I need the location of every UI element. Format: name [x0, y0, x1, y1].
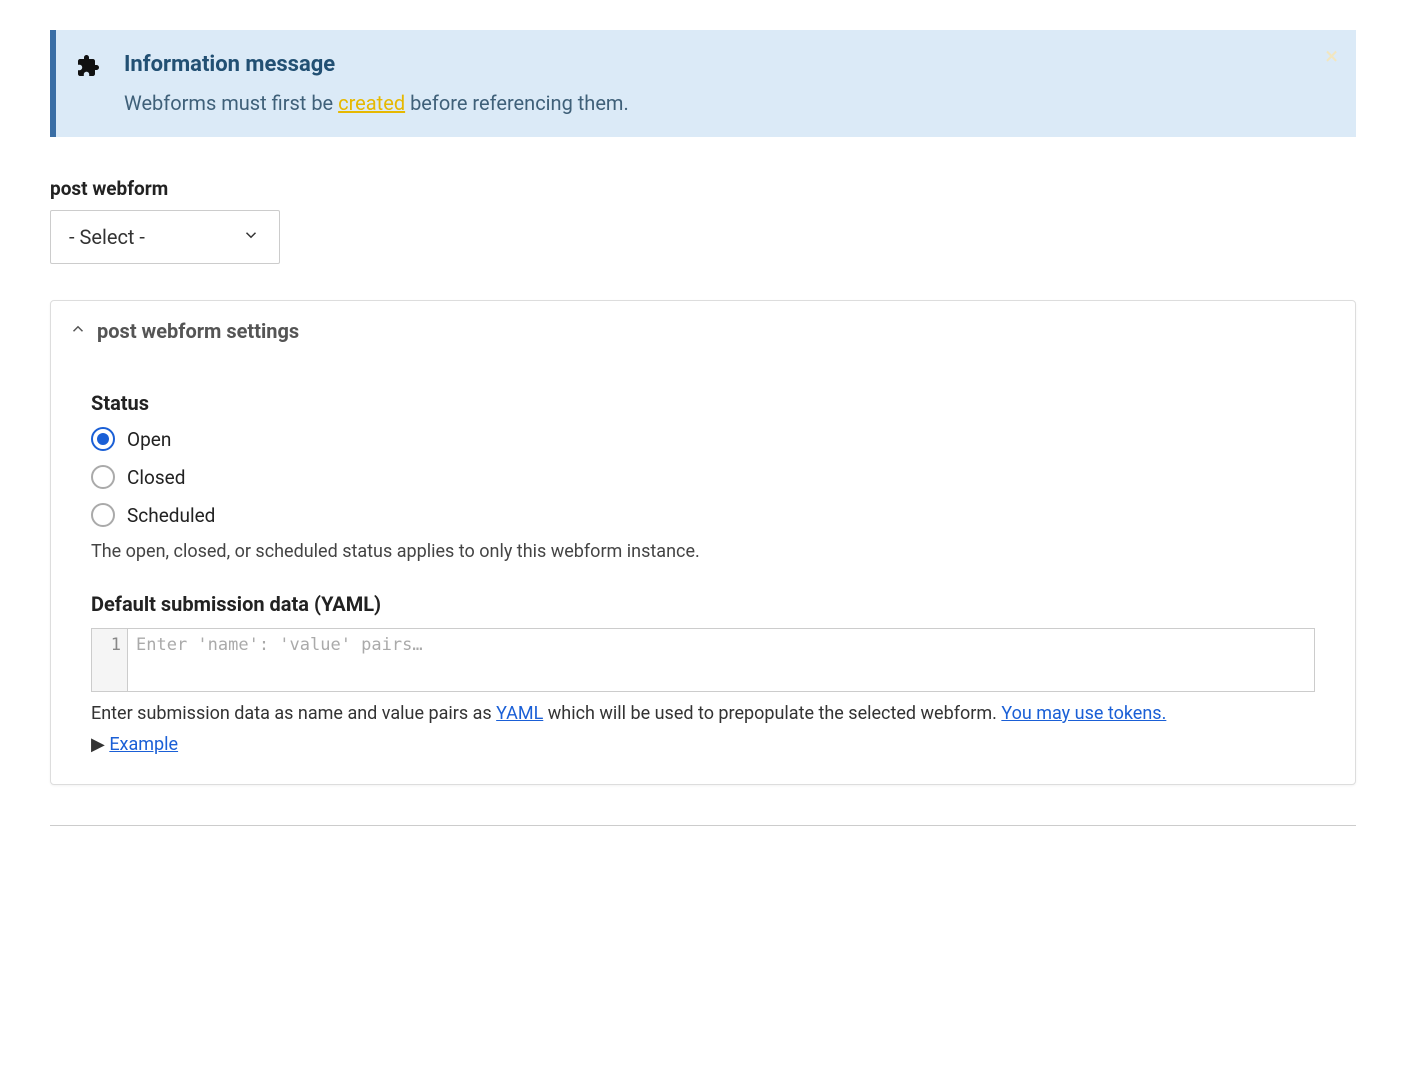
- yaml-input[interactable]: [128, 629, 1314, 691]
- radio-icon: [91, 465, 115, 489]
- yaml-gutter: 1: [92, 629, 128, 691]
- status-radio-group: Open Closed Scheduled: [91, 427, 1315, 527]
- information-content: Information message Webforms must first …: [124, 50, 1336, 115]
- created-link[interactable]: created: [338, 91, 405, 115]
- information-text: Webforms must first be created before re…: [124, 91, 1336, 115]
- yaml-link[interactable]: YAML: [496, 703, 543, 724]
- yaml-desc-mid: which will be used to prepopulate the se…: [543, 703, 1001, 724]
- example-prefix: ▶: [91, 734, 109, 755]
- information-text-before: Webforms must first be: [124, 91, 338, 115]
- information-text-after: before referencing them.: [405, 91, 629, 115]
- yaml-label: Default submission data (YAML): [91, 592, 1315, 616]
- radio-closed[interactable]: Closed: [91, 465, 1315, 489]
- example-line: ▶ Example: [91, 731, 1315, 758]
- status-help: The open, closed, or scheduled status ap…: [91, 541, 1315, 562]
- radio-scheduled[interactable]: Scheduled: [91, 503, 1315, 527]
- yaml-desc-before: Enter submission data as name and value …: [91, 703, 496, 724]
- post-webform-settings-panel: post webform settings Status OpenClosedS…: [50, 300, 1356, 785]
- radio-icon: [91, 503, 115, 527]
- post-webform-select-value[interactable]: - Select -: [50, 210, 280, 264]
- information-title: Information message: [124, 52, 1336, 77]
- post-webform-select[interactable]: - Select -: [50, 210, 280, 264]
- information-message: Information message Webforms must first …: [50, 30, 1356, 137]
- radio-label: Closed: [127, 466, 185, 489]
- example-link[interactable]: Example: [109, 734, 178, 755]
- divider: [50, 825, 1356, 826]
- radio-open[interactable]: Open: [91, 427, 1315, 451]
- puzzle-icon: [76, 50, 100, 115]
- close-icon[interactable]: ×: [1325, 44, 1338, 68]
- settings-body: Status Open Closed Scheduled The open, clo…: [51, 361, 1355, 784]
- radio-label: Open: [127, 428, 171, 451]
- yaml-description: Enter submission data as name and value …: [91, 700, 1315, 727]
- tokens-link[interactable]: You may use tokens.: [1001, 703, 1166, 724]
- yaml-editor[interactable]: 1: [91, 628, 1315, 692]
- post-webform-settings-summary[interactable]: post webform settings: [51, 301, 1355, 361]
- chevron-up-icon: [69, 320, 87, 342]
- radio-label: Scheduled: [127, 504, 215, 527]
- radio-icon: [91, 427, 115, 451]
- status-label: Status: [91, 391, 1315, 415]
- settings-title: post webform settings: [97, 319, 299, 343]
- post-webform-label: post webform: [50, 177, 1356, 200]
